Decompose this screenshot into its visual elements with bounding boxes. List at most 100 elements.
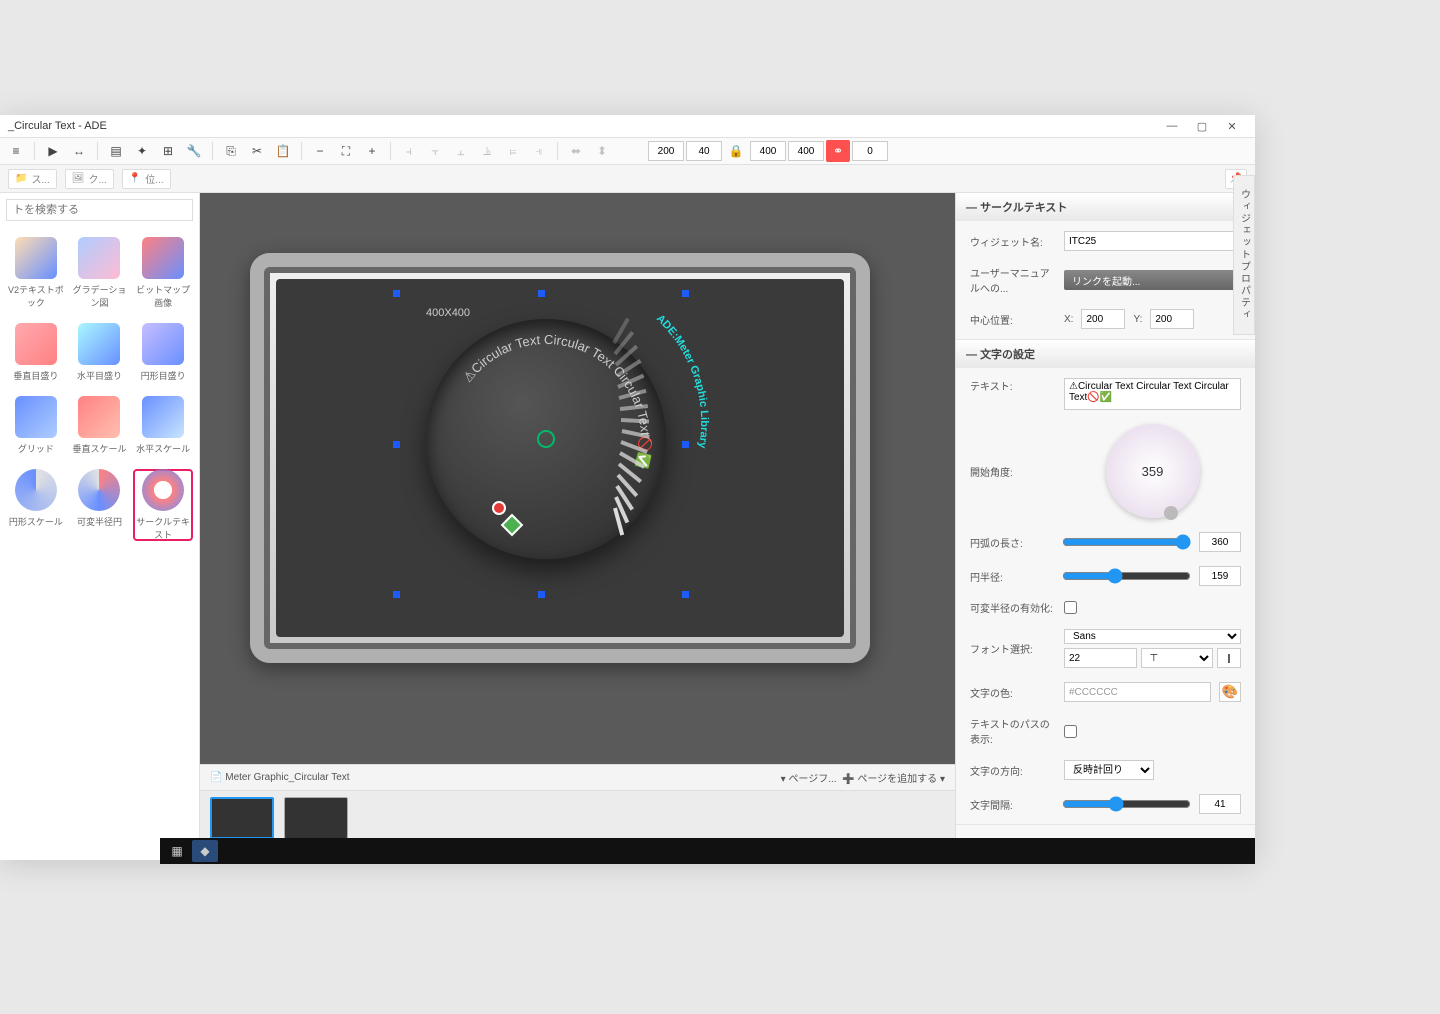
var-radius-checkbox[interactable] [1064, 601, 1077, 614]
align-mid-icon[interactable]: ⫢ [501, 140, 525, 162]
copy-icon[interactable]: ⎘ [219, 140, 243, 162]
spacing-label: 文字間隔: [970, 797, 1054, 812]
widget-palette: V2テキストボックグラデーション図ビットマップ画像垂直目盛り水平目盛り円形目盛り… [0, 193, 200, 860]
widget-icon [78, 396, 120, 438]
grid-icon[interactable]: ⊞ [156, 140, 180, 162]
show-path-checkbox[interactable] [1064, 725, 1077, 738]
circular-text-widget[interactable]: ⚠Circular Text Circular Text Circular Te… [426, 319, 666, 559]
widget-icon [78, 237, 120, 279]
spacing-value[interactable] [1199, 794, 1241, 814]
dist-v-icon[interactable]: ⬍ [590, 140, 614, 162]
radius-slider[interactable] [1062, 568, 1191, 584]
widget-item-V2テキストボック[interactable]: V2テキストボック [6, 237, 66, 309]
resize-icon[interactable]: ↔ [67, 140, 91, 162]
text-color-label: 文字の色: [970, 685, 1056, 700]
widget-icon [78, 469, 120, 511]
taskbar-app-1[interactable]: ▦ [164, 840, 190, 862]
radius-value[interactable] [1199, 566, 1241, 586]
font-weight-select[interactable]: ⊤ [1141, 648, 1214, 668]
page-tab-bar: 📄 Meter Graphic_Circular Text ▾ ページフ... … [200, 764, 955, 790]
widget-item-円形目盛り[interactable]: 円形目盛り [133, 323, 193, 382]
widget-item-ビットマップ画像[interactable]: ビットマップ画像 [133, 237, 193, 309]
wrench-icon[interactable]: 🔧 [182, 140, 206, 162]
angle-dial[interactable]: 359 [1106, 424, 1200, 518]
text-input[interactable]: ⚠Circular Text Circular Text Circular Te… [1064, 378, 1241, 410]
widget-item-水平目盛り[interactable]: 水平目盛り [70, 323, 130, 382]
section-header-text[interactable]: — 文字の設定 [956, 340, 1255, 368]
widget-icon [142, 237, 184, 279]
taskbar-app-2[interactable]: ◆ [192, 840, 218, 862]
widget-icon [142, 469, 184, 511]
widget-item-円形スケール[interactable]: 円形スケール [6, 469, 66, 541]
widget-name-input[interactable] [1064, 231, 1241, 251]
zoom-in-icon[interactable]: + [360, 140, 384, 162]
pos-y-input[interactable] [686, 141, 722, 161]
properties-side-tab[interactable]: ウィジェットプロパティ [1233, 175, 1255, 335]
widget-icon [15, 237, 57, 279]
lock-icon[interactable]: 🔒 [724, 140, 748, 162]
height-input[interactable] [788, 141, 824, 161]
font-select[interactable]: Sans [1064, 629, 1241, 644]
close-button[interactable]: ✕ [1217, 120, 1247, 133]
sub-tool-2[interactable]: 🖼 ク... [65, 169, 114, 189]
widget-icon [78, 323, 120, 365]
spacing-slider[interactable] [1062, 796, 1191, 812]
zoom-fit-icon[interactable]: ⛶ [334, 140, 358, 162]
italic-button[interactable]: I [1217, 648, 1241, 668]
paste-icon[interactable]: 📋 [271, 140, 295, 162]
font-size-input[interactable] [1064, 648, 1137, 668]
align-bot-icon[interactable]: ⫣ [527, 140, 551, 162]
add-page-button[interactable]: ➕ ページを追加する ▾ [842, 770, 945, 785]
sub-tool-1[interactable]: 📁 ス... [8, 169, 57, 189]
arc-length-value[interactable] [1199, 532, 1241, 552]
color-picker-button[interactable]: 🎨 [1219, 682, 1241, 702]
start-angle-label: 開始角度: [970, 464, 1056, 479]
launch-link-button[interactable]: リンクを起動... [1064, 270, 1241, 290]
section-header-widget[interactable]: — サークルテキスト [956, 193, 1255, 221]
direction-select[interactable]: 反時計回り [1064, 760, 1154, 780]
widget-item-垂直目盛り[interactable]: 垂直目盛り [6, 323, 66, 382]
canvas-area: 400X400 [200, 193, 955, 860]
arc-length-slider[interactable] [1062, 534, 1191, 550]
widget-item-水平スケール[interactable]: 水平スケール [133, 396, 193, 455]
canvas-viewport[interactable]: 400X400 [200, 193, 955, 764]
align-left-icon[interactable]: ⫞ [397, 140, 421, 162]
minimize-button[interactable]: — [1157, 120, 1187, 132]
sub-tool-3[interactable]: 📍 位... [122, 169, 171, 189]
center-y-input[interactable] [1150, 309, 1194, 329]
maximize-button[interactable]: ▢ [1187, 120, 1217, 133]
properties-panel: — サークルテキスト ウィジェット名: ユーザーマニュアルへの... リンクを起… [955, 193, 1255, 860]
cut-icon[interactable]: ✂ [245, 140, 269, 162]
center-pos-label: 中心位置: [970, 312, 1056, 327]
zoom-out-icon[interactable]: − [308, 140, 332, 162]
widget-search-input[interactable] [6, 199, 193, 221]
widget-item-グリッド[interactable]: グリッド [6, 396, 66, 455]
align-top-icon[interactable]: ⫡ [475, 140, 499, 162]
svg-text:ADE:Meter Graphic Library: ADE:Meter Graphic Library [654, 312, 710, 450]
pos-x-input[interactable] [648, 141, 684, 161]
puzzle-icon[interactable]: ✦ [130, 140, 154, 162]
widget-label: 垂直目盛り [6, 369, 66, 382]
align-right-icon[interactable]: ⫠ [449, 140, 473, 162]
widget-item-可変半径円[interactable]: 可変半径円 [70, 469, 130, 541]
widget-item-垂直スケール[interactable]: 垂直スケール [70, 396, 130, 455]
os-taskbar: ▦ ◆ [160, 838, 1255, 864]
page-filter-button[interactable]: ▾ ページフ... [781, 770, 837, 785]
widget-item-グラデーション図[interactable]: グラデーション図 [70, 237, 130, 309]
rotation-input[interactable] [852, 141, 888, 161]
dist-h-icon[interactable]: ⬌ [564, 140, 588, 162]
align-center-icon[interactable]: ⫟ [423, 140, 447, 162]
app-window: _Circular Text - ADE — ▢ ✕ ≡ ▶ ↔ ▤ ✦ ⊞ 🔧… [0, 115, 1255, 860]
link-icon[interactable]: ⚭ [826, 140, 850, 162]
play-icon[interactable]: ▶ [41, 140, 65, 162]
widget-item-サークルテキスト[interactable]: サークルテキスト [133, 469, 193, 541]
menu-icon[interactable]: ≡ [4, 140, 28, 162]
width-input[interactable] [750, 141, 786, 161]
layers-icon[interactable]: ▤ [104, 140, 128, 162]
radius-label: 円半径: [970, 569, 1054, 584]
widget-icon [15, 396, 57, 438]
widget-icon [15, 323, 57, 365]
center-x-input[interactable] [1081, 309, 1125, 329]
widget-label: 水平スケール [133, 442, 193, 455]
widget-label: 円形スケール [6, 515, 66, 528]
